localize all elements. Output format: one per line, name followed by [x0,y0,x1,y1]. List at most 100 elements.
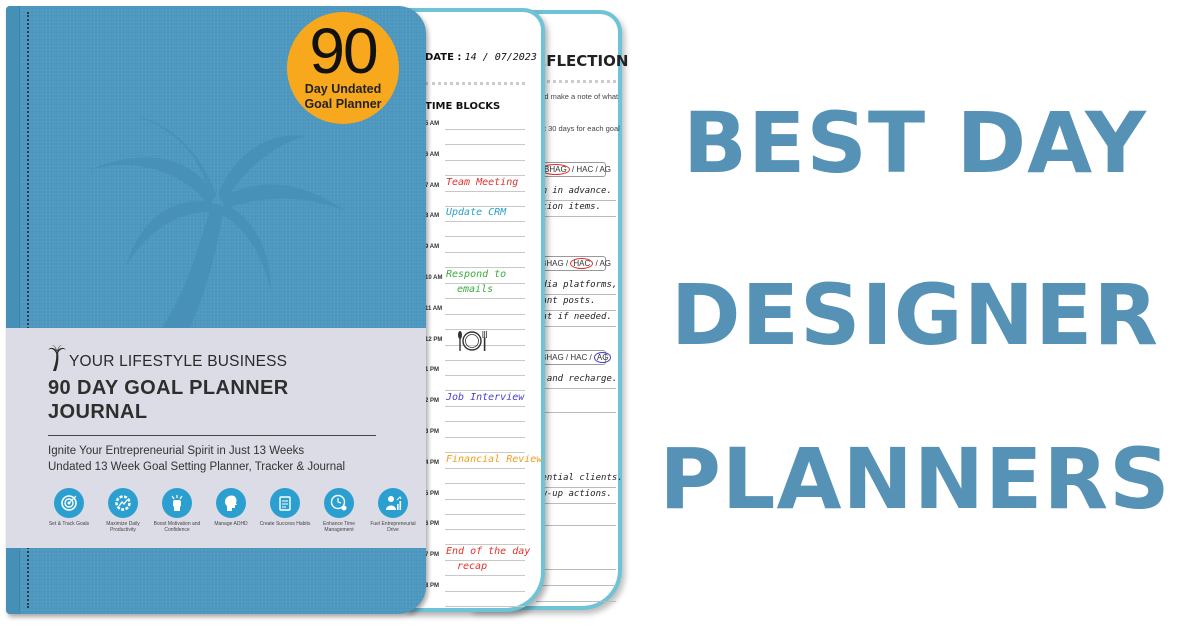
plate-cutlery-icon [458,331,487,351]
goal-type-tag: BHAG / HAC / AG [536,162,611,177]
slot-entry[interactable]: End of the day [446,546,530,557]
time-blocks-page: DATE : 14 / 07/2023 TIME BLOCKS 5 AM 6 AM… [405,8,545,612]
ruled-line [536,216,616,217]
handwritten-note: am in advance. [536,186,612,196]
target-icon [54,488,84,518]
ruled-line [536,326,616,327]
time-blocks-title: TIME BLOCKS [425,101,501,112]
ruled-line [445,498,525,500]
ruled-line [445,406,525,408]
date-value: 14 / 07/2023 [464,52,537,63]
feature-item: Fuel Entrepreneurial Drive [366,488,420,533]
date-label: DATE : [425,52,462,63]
handwritten-note: ent if needed. [536,312,612,322]
slot-time: 1 PM [425,367,440,374]
slot-time: 7 AM [425,182,440,189]
slot-entry[interactable]: Job Interview [446,392,524,403]
brand-name: YOUR LIFESTYLE BUSINESS [69,353,288,370]
handwritten-note: tential clients. [536,473,623,483]
gear-chart-icon [108,488,138,518]
ruled-line [536,200,616,201]
ruled-line [536,388,616,389]
reflection-note: and make a note of what [536,92,619,101]
ruled-line [445,313,525,315]
feature-item: Set & Track Goals [42,488,96,533]
ruled-line [445,129,525,130]
slot-entry[interactable]: Financial Review [446,454,542,465]
reflection-title: EFLECTION [536,52,629,70]
slot-time: 5 AM [425,121,440,127]
ruled-line [536,525,616,526]
ruled-line [536,412,616,413]
slot-entry[interactable]: Team Meeting [446,177,518,188]
feature-item: Enhance Time Management [312,488,366,533]
clock-gear-icon [324,488,354,518]
headline-line: BEST DAY [683,94,1147,192]
ruled-line [445,144,525,145]
feature-item: Boost Motivation and Confidence [150,488,204,533]
circled-goal-type: AG [593,352,612,363]
ruled-line [445,359,525,361]
90-day-badge: 90 Day Undated Goal Planner [287,12,399,124]
handwritten-note: ction items. [536,202,602,212]
badge-line: Goal Planner [304,97,382,111]
date-row: DATE : 14 / 07/2023 [425,52,537,63]
ruled-line [445,606,525,607]
slot-time: 11 AM [425,305,443,312]
product-title: 90 DAY GOAL PLANNER JOURNAL [48,377,289,423]
slot-time: 8 AM [425,213,440,220]
fist-icon [162,488,192,518]
slot-time: 5 PM [425,490,440,497]
slot-time: 9 AM [425,244,440,251]
slot-time: 12 PM [425,336,443,343]
slot-entry[interactable]: recap [457,561,487,572]
slot-entry[interactable]: Respond to [446,269,506,280]
slot-time: 6 AM [425,151,440,158]
headline: BEST DAY DESIGNER PLANNERS [630,0,1200,625]
ruled-line [445,591,525,592]
slot-time: 4 PM [425,459,440,466]
badge-number: 90 [309,15,378,87]
slot-entry[interactable]: Update CRM [446,207,506,218]
cover-band: YOUR LIFESTYLE BUSINESS 90 DAY GOAL PLAN… [6,328,426,548]
palm-logo-icon [48,345,66,371]
head-brain-icon [216,488,246,518]
headline-line: DESIGNER [670,266,1160,364]
product-subtitle: Ignite Your Entrepreneurial Spirit in Ju… [48,445,346,473]
slot-time: 8 PM [425,583,440,589]
feature-item: Manage ADHD [204,488,258,533]
circled-goal-type: BHAG [541,164,570,175]
ruled-line [536,585,616,586]
ruled-line [445,421,525,423]
goal-type-tag: BHAG / HAC / AG [536,350,612,365]
brand-row: YOUR LIFESTYLE BUSINESS [48,345,287,371]
handwritten-note: x and recharge. [536,374,618,384]
ruled-line [445,529,525,531]
badge-line: Day Undated [304,82,382,96]
ruled-line [445,298,525,299]
handwritten-note: ow-up actions. [536,489,612,499]
feature-item: Create Success Habits [258,488,312,533]
ruled-line [536,503,616,504]
ruled-line [445,482,525,484]
clipboard-icon [270,488,300,518]
ruled-line [445,467,525,469]
divider [536,80,616,83]
goal-type-tag: BHAG / HAC / AG [536,256,611,271]
headline-line: PLANNERS [659,430,1171,528]
slot-time: 7 PM [425,552,440,559]
feature-icons-row: Set & Track Goals Maximize Daily Product… [42,488,420,533]
palm-tree-emboss-icon [86,116,346,336]
ruled-line [445,513,525,515]
circled-goal-type: HAC [570,258,594,269]
ruled-line [445,159,525,161]
ruled-line [445,221,525,223]
ruled-line [536,487,616,488]
ruled-line [536,310,616,311]
reflection-note: ext 30 days for each goal [536,124,620,133]
ruled-line [445,575,525,577]
slot-time: 10 AM [425,275,443,281]
slot-time: 6 PM [425,521,440,528]
handwritten-note: edia platforms, [536,280,618,290]
slot-entry[interactable]: emails [457,284,493,295]
